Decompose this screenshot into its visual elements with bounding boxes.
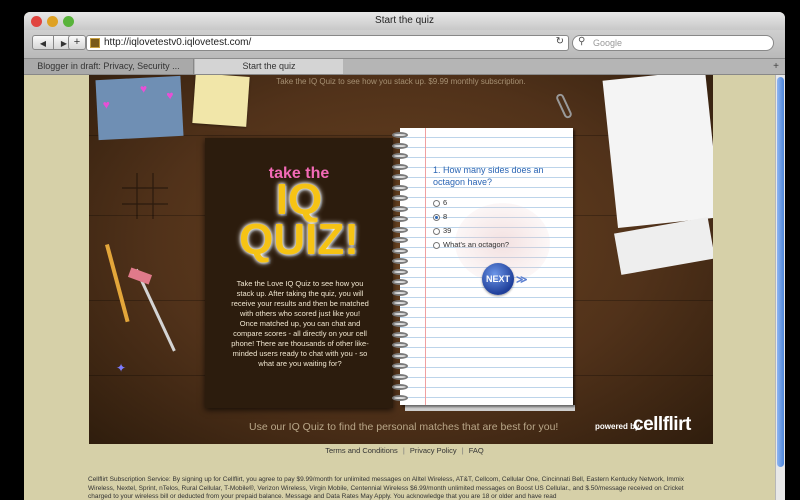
spiral-ring [392,195,408,201]
spiral-ring [392,300,408,306]
privacy-link[interactable]: Privacy Policy [410,446,457,455]
vertical-scrollbar[interactable] [775,75,785,500]
new-tab-icon[interactable]: + [773,59,779,74]
back-button[interactable]: ◀ [32,35,54,50]
url-text: http://iqlovetestv0.iqlovetest.com/ [104,37,252,48]
spiral-ring [392,205,408,212]
spiral-ring [392,394,408,401]
quiz-cover: take the IQ QUIZ! Take the Love IQ Quiz … [205,138,393,408]
quiz-stage: Take the IQ Quiz to see how you stack up… [89,75,713,444]
scrollbar-thumb[interactable] [777,77,784,467]
heart-icon: ♥ [102,97,111,112]
paperclip-icon [554,92,574,120]
link-separator: | [402,446,405,455]
tab-bar: Blogger in draft: Privacy, Security ... … [24,59,785,75]
subscription-terms: Cellflirt Subscription Service: By signi… [88,476,684,500]
radio-button[interactable] [433,227,440,235]
terms-link[interactable]: Terms and Conditions [325,446,398,455]
search-field[interactable]: ⚲ Google [572,35,774,51]
address-bar[interactable]: http://iqlovetestv0.iqlovetest.com/ ↻ [86,35,569,51]
tab-start-quiz[interactable]: Start the quiz [195,59,343,74]
spiral-ring [392,142,408,149]
next-arrows-icon[interactable]: ≫ [516,273,528,286]
spiral-ring [392,132,408,138]
answer-option[interactable]: 39 [433,226,451,235]
quiz-description: Take the Love IQ Quiz to see how you sta… [231,279,369,368]
site-favicon-icon [90,38,100,48]
answer-option[interactable]: 6 [433,198,447,207]
back-arrow-icon: ◀ [39,39,47,48]
browser-toolbar: ◀ ▶ + http://iqlovetestv0.iqlovetest.com… [24,30,785,59]
browser-window: Start the quiz ◀ ▶ + http://iqlovetestv0… [24,12,785,500]
pushpin-icon: ✦ [116,361,127,375]
spiral-ring [392,184,408,191]
quiz-notepad: 1. How many sides does an octagon have? … [392,128,573,405]
link-separator: | [461,446,464,455]
next-button[interactable]: NEXT [482,263,514,295]
blue-note-decoration: ♥ ♥ ♥ [95,75,184,141]
window-title: Start the quiz [375,15,434,26]
heart-icon: ♥ [166,88,174,103]
spiral-ring [392,310,408,317]
answer-label: 8 [443,212,448,221]
spiral-ring [392,373,408,380]
notepad-pages-edge [405,405,575,411]
logo-line-iq: IQ [275,175,323,224]
spiral-ring [392,226,408,233]
sticky-note-decoration [192,75,250,127]
answer-label: 39 [443,226,452,235]
spiral-ring [392,174,408,180]
spiral-ring [392,258,408,264]
margin-line [425,128,426,405]
quiz-question: 1. How many sides does an octagon have? [433,165,544,187]
radio-button-selected[interactable] [433,213,440,221]
forward-arrow-icon: ▶ [60,39,68,48]
spiral-ring [392,153,408,159]
title-bar: Start the quiz [24,12,785,30]
pencil-decoration [105,243,130,323]
answer-option[interactable]: 8 [433,212,447,221]
search-icon: ⚲ [578,36,586,47]
spiral-ring [392,216,408,222]
page-content: Take the IQ Quiz to see how you stack up… [24,75,785,500]
tab-blogger[interactable]: Blogger in draft: Privacy, Security ... [24,59,194,74]
comic-paper-decoration [602,75,713,228]
spiral-ring [392,321,408,327]
radio-button[interactable] [433,241,440,249]
spiral-ring [392,352,408,359]
spiral-ring [392,289,408,296]
spiral-ring [392,342,408,348]
search-placeholder: Google [593,38,623,48]
add-bookmark-button[interactable]: + [68,35,86,50]
spiral-ring [392,163,408,170]
cellflirt-logo[interactable]: cellflirt [633,414,691,436]
radio-button[interactable] [433,199,440,207]
reload-icon[interactable]: ↻ [556,36,564,47]
faq-link[interactable]: FAQ [469,446,484,455]
spiral-ring [392,237,408,243]
iq-quiz-logo: IQ QUIZ! [205,175,393,264]
matches-banner: Use our IQ Quiz to find the personal mat… [249,421,559,433]
answer-label: What's an octagon? [443,240,510,249]
spiral-ring [392,363,408,369]
spiral-ring [392,268,408,275]
spiral-ring [392,247,408,254]
spiral-ring [392,331,408,338]
spiral-ring [392,279,408,285]
tic-tac-toe-doodle [122,173,168,219]
answer-label: 6 [443,198,448,207]
tab-label: Start the quiz [242,61,296,71]
footer-links: Terms and Conditions | Privacy Policy | … [24,446,785,455]
heart-icon: ♥ [139,81,148,96]
logo-line-quiz: QUIZ! [239,215,359,264]
spiral-ring [392,384,408,390]
answer-option[interactable]: What's an octagon? [433,240,509,249]
